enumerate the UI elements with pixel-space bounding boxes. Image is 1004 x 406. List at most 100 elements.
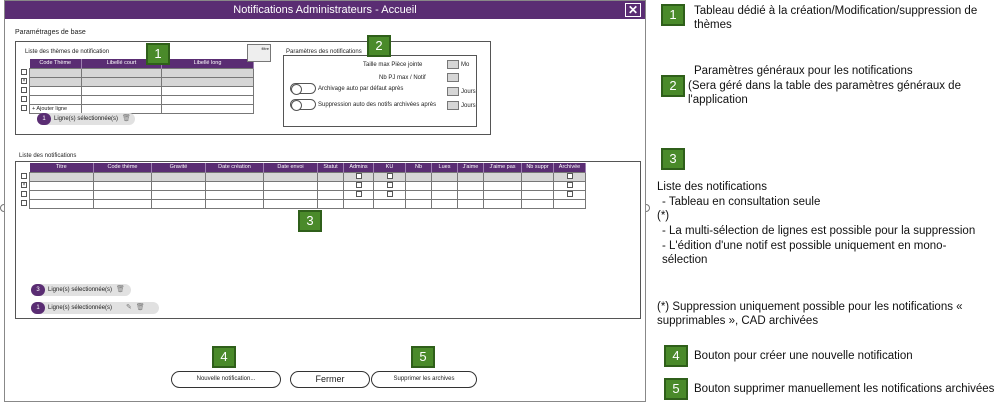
table-cell[interactable] — [81, 85, 162, 96]
table-cell[interactable] — [405, 189, 432, 200]
table-cell[interactable] — [431, 198, 458, 209]
row-checkbox[interactable] — [21, 200, 27, 207]
trash-icon[interactable]: 🗑 — [116, 284, 125, 296]
table-cell[interactable] — [553, 198, 586, 209]
col-code-theme[interactable]: Code Thème — [29, 59, 82, 68]
col-header[interactable]: J'aime pas — [483, 163, 522, 172]
row-checkbox[interactable] — [21, 78, 27, 85]
table-cell[interactable] — [29, 189, 94, 200]
cell-checkbox[interactable] — [566, 173, 573, 180]
table-cell[interactable] — [405, 180, 432, 191]
cell-checkbox[interactable] — [355, 191, 362, 198]
table-cell[interactable] — [29, 198, 94, 209]
cell-checkbox[interactable] — [355, 173, 362, 180]
cell-checkbox[interactable] — [566, 182, 573, 189]
table-cell[interactable] — [521, 198, 554, 209]
col-header[interactable]: Archivée — [553, 163, 586, 172]
table-cell[interactable] — [317, 198, 344, 209]
table-cell[interactable] — [483, 189, 522, 200]
edit-icon[interactable]: ✎ — [126, 302, 132, 314]
auto-delete-toggle[interactable] — [290, 99, 316, 111]
table-cell[interactable] — [205, 180, 264, 191]
cell-checkbox[interactable] — [566, 191, 573, 198]
trash-icon[interactable]: 🗑 — [122, 113, 131, 125]
table-cell[interactable] — [29, 85, 82, 96]
col-header[interactable]: Gravité — [151, 163, 206, 172]
col-header[interactable]: Nb — [405, 163, 432, 172]
table-cell[interactable] — [263, 180, 318, 191]
auto-delete-input[interactable] — [447, 101, 459, 110]
table-cell[interactable] — [205, 198, 264, 209]
table-cell[interactable] — [483, 180, 522, 191]
filter-icon[interactable]: filtre — [247, 44, 271, 62]
table-cell[interactable] — [405, 171, 432, 182]
table-cell[interactable] — [343, 198, 374, 209]
table-cell[interactable] — [521, 180, 554, 191]
table-cell[interactable] — [93, 198, 152, 209]
col-header[interactable]: Nb suppr — [521, 163, 554, 172]
table-cell[interactable] — [431, 189, 458, 200]
table-cell[interactable] — [431, 171, 458, 182]
close-icon[interactable]: ✕ — [625, 3, 641, 17]
trash-icon[interactable]: 🗑 — [136, 302, 145, 314]
table-cell[interactable] — [263, 198, 318, 209]
row-checkbox[interactable] — [21, 69, 27, 76]
table-cell[interactable] — [161, 94, 254, 105]
table-cell[interactable] — [317, 189, 344, 200]
table-cell[interactable] — [457, 198, 484, 209]
table-cell[interactable] — [263, 189, 318, 200]
table-cell[interactable] — [161, 76, 254, 87]
new-notification-button[interactable]: Nouvelle notification... — [171, 371, 281, 388]
col-header[interactable]: KU — [373, 163, 406, 172]
auto-archive-toggle[interactable] — [290, 83, 316, 95]
table-cell[interactable] — [343, 171, 374, 182]
table-cell[interactable] — [151, 198, 206, 209]
table-cell[interactable] — [263, 171, 318, 182]
table-cell[interactable] — [553, 171, 586, 182]
table-cell[interactable] — [343, 180, 374, 191]
row-checkbox[interactable] — [21, 105, 27, 112]
table-cell[interactable] — [457, 180, 484, 191]
table-cell[interactable] — [373, 189, 406, 200]
table-cell[interactable] — [521, 171, 554, 182]
table-cell[interactable] — [317, 171, 344, 182]
table-cell[interactable] — [317, 180, 344, 191]
table-cell[interactable] — [457, 189, 484, 200]
row-checkbox[interactable] — [21, 96, 27, 103]
table-cell[interactable] — [29, 67, 82, 78]
table-cell[interactable] — [205, 189, 264, 200]
table-cell[interactable] — [29, 180, 94, 191]
col-header[interactable]: Lues — [431, 163, 458, 172]
table-cell[interactable] — [161, 67, 254, 78]
row-checkbox[interactable] — [21, 87, 27, 94]
table-cell[interactable] — [405, 198, 432, 209]
cell-checkbox[interactable] — [355, 182, 362, 189]
table-cell[interactable] — [521, 189, 554, 200]
table-cell[interactable] — [373, 180, 406, 191]
col-header[interactable]: Date création — [205, 163, 264, 172]
table-cell[interactable] — [93, 189, 152, 200]
cell-checkbox[interactable] — [386, 173, 393, 180]
table-cell[interactable] — [483, 198, 522, 209]
col-header[interactable]: J'aime — [457, 163, 484, 172]
col-header[interactable]: Code thème — [93, 163, 152, 172]
table-cell[interactable] — [373, 198, 406, 209]
cell-checkbox[interactable] — [386, 191, 393, 198]
max-attachments-input[interactable] — [447, 73, 459, 82]
row-checkbox[interactable] — [21, 182, 27, 189]
table-cell[interactable] — [431, 180, 458, 191]
table-cell[interactable] — [151, 189, 206, 200]
table-cell[interactable] — [93, 180, 152, 191]
col-header[interactable]: Admins — [343, 163, 374, 172]
col-header[interactable]: Titre — [29, 163, 94, 172]
row-checkbox[interactable] — [21, 173, 27, 180]
delete-archives-button[interactable]: Supprimer les archives — [371, 371, 477, 388]
table-cell[interactable] — [161, 103, 254, 114]
col-header[interactable]: Statut — [317, 163, 344, 172]
close-button[interactable]: Fermer — [290, 371, 370, 388]
table-cell[interactable] — [81, 67, 162, 78]
cell-checkbox[interactable] — [386, 182, 393, 189]
table-cell[interactable] — [483, 171, 522, 182]
table-cell[interactable] — [553, 180, 586, 191]
table-cell[interactable] — [343, 189, 374, 200]
